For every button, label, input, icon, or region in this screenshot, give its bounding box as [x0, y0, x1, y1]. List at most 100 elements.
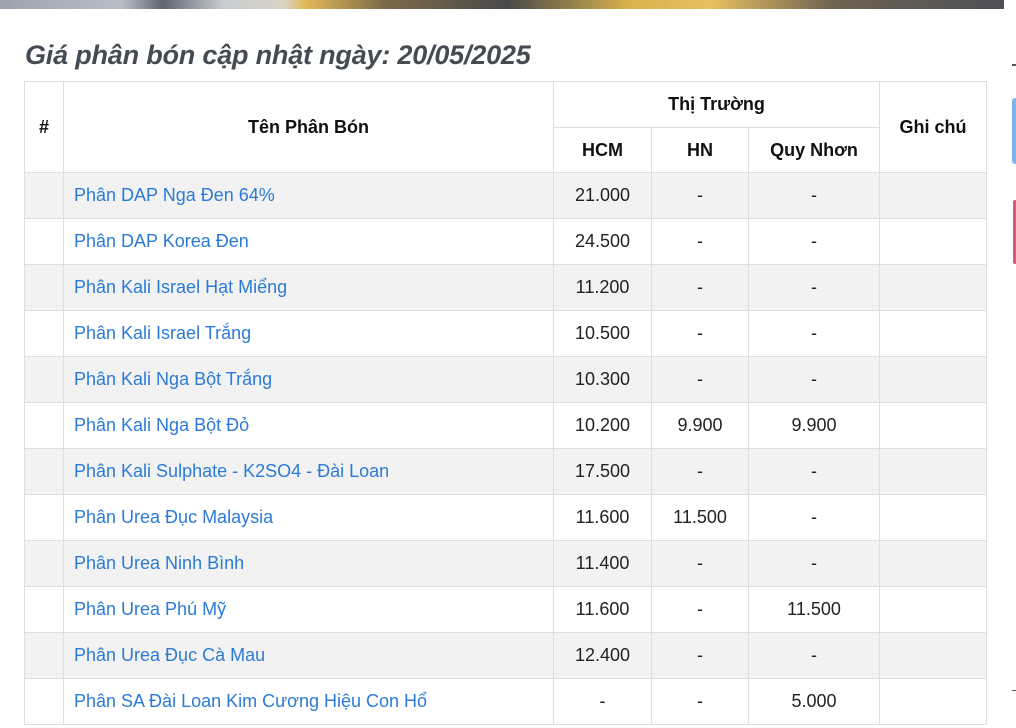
cell-hcm-price: 11.600	[553, 494, 652, 541]
table-row: Phân Urea Đục Cà Mau 12.400- -	[24, 632, 987, 679]
header-market: Thị Trường	[553, 81, 880, 128]
fertilizer-link[interactable]: Phân Urea Đục Cà Mau	[74, 645, 265, 665]
cell-hcm-price: 10.500	[553, 310, 652, 357]
fertilizer-link[interactable]: Phân DAP Korea Đen	[74, 231, 249, 251]
cell-name: Phân DAP Korea Đen	[63, 218, 554, 265]
table-row: Phân Kali Nga Bột Đỏ 10.200 9.900 9.900	[24, 402, 987, 449]
cell-hcm-price: 10.200	[553, 402, 652, 449]
cell-quy-nhon-price: -	[748, 218, 880, 265]
cell-quy-nhon-price: 5.000	[748, 678, 880, 725]
cell-note	[879, 172, 987, 219]
cell-index	[24, 264, 64, 311]
cell-hn-price: -	[651, 586, 749, 633]
cell-quy-nhon-price: -	[748, 448, 880, 495]
cell-quy-nhon-price: -	[748, 172, 880, 219]
header-note: Ghi chú	[879, 81, 987, 173]
cell-hcm-price: -	[553, 678, 652, 725]
header-quy-nhon: Quy Nhơn	[748, 127, 880, 173]
fertilizer-link[interactable]: Phân Urea Phú Mỹ	[74, 599, 226, 619]
cell-name: Phân Urea Đục Malaysia	[63, 494, 554, 541]
fertilizer-link[interactable]: Phân Kali Nga Bột Đỏ	[74, 415, 249, 435]
cell-hn-price: -	[651, 448, 749, 495]
cell-note	[879, 586, 987, 633]
fertilizer-link[interactable]: Phân Kali Israel Trắng	[74, 323, 251, 343]
table-row: Phân Kali Israel Hạt Miểng 11.200- -	[24, 264, 987, 311]
cell-note	[879, 218, 987, 265]
sidebar-edge-button-blue[interactable]	[1012, 98, 1016, 164]
fertilizer-link[interactable]: Phân Kali Sulphate - K2SO4 - Đài Loan	[74, 461, 389, 481]
table-row: Phân Urea Phú Mỹ 11.600-11.500	[24, 586, 987, 633]
page-title: Giá phân bón cập nhật ngày: 20/05/2025	[25, 40, 531, 70]
cell-index	[24, 172, 64, 219]
cell-quy-nhon-price: 11.500	[748, 586, 880, 633]
cell-name: Phân Kali Nga Bột Trắng	[63, 356, 554, 403]
cell-quy-nhon-price: -	[748, 356, 880, 403]
cell-note	[879, 264, 987, 311]
cell-hn-price: -	[651, 540, 749, 587]
cell-hcm-price: 11.600	[553, 586, 652, 633]
cell-quy-nhon-price: -	[748, 310, 880, 357]
cell-name: Phân Kali Sulphate - K2SO4 - Đài Loan	[63, 448, 554, 495]
table-row: Phân DAP Nga Đen 64% 21.000- -	[24, 172, 987, 219]
cell-hcm-price: 24.500	[553, 218, 652, 265]
cell-hn-price: -	[651, 218, 749, 265]
cell-name: Phân Kali Israel Hạt Miểng	[63, 264, 554, 311]
cell-hn-price: -	[651, 310, 749, 357]
cell-hcm-price: 12.400	[553, 632, 652, 679]
cell-hn-price: 11.500	[651, 494, 749, 541]
cell-index	[24, 540, 64, 587]
cell-hcm-price: 11.400	[553, 540, 652, 587]
cell-note	[879, 678, 987, 725]
header-row-market: # Tên Phân Bón Thị Trường Ghi chú	[24, 81, 987, 173]
cell-hcm-price: 11.200	[553, 264, 652, 311]
cell-quy-nhon-price: -	[748, 494, 880, 541]
cell-hcm-price: 10.300	[553, 356, 652, 403]
table-row: Phân Kali Sulphate - K2SO4 - Đài Loan 17.…	[24, 448, 987, 495]
cell-name: Phân SA Đài Loan Kim Cương Hiệu Con Hổ	[63, 678, 554, 725]
cell-index	[24, 632, 64, 679]
top-banner-image	[0, 0, 1016, 9]
table-row: Phân Kali Israel Trắng 10.500- -	[24, 310, 987, 357]
header-hn: HN	[651, 127, 749, 173]
header-hcm: HCM	[553, 127, 652, 173]
sidebar-edge-mark	[1012, 690, 1016, 691]
sidebar-edge-mark	[1012, 64, 1016, 66]
fertilizer-link[interactable]: Phân SA Đài Loan Kim Cương Hiệu Con Hổ	[74, 691, 427, 711]
fertilizer-link[interactable]: Phân Kali Israel Hạt Miểng	[74, 277, 287, 297]
cell-index	[24, 402, 64, 449]
cell-quy-nhon-price: 9.900	[748, 402, 880, 449]
cell-hn-price: -	[651, 172, 749, 219]
fertilizer-link[interactable]: Phân Urea Đục Malaysia	[74, 507, 273, 527]
table-row: Phân Urea Đục Malaysia 11.600 11.500-	[24, 494, 987, 541]
cell-name: Phân Kali Nga Bột Đỏ	[63, 402, 554, 449]
cell-index	[24, 356, 64, 403]
cell-note	[879, 402, 987, 449]
cell-index	[24, 678, 64, 725]
cell-note	[879, 540, 987, 587]
table-row: Phân Kali Nga Bột Trắng 10.300- -	[24, 356, 987, 403]
cell-name: Phân Kali Israel Trắng	[63, 310, 554, 357]
cell-quy-nhon-price: -	[748, 632, 880, 679]
fertilizer-link[interactable]: Phân DAP Nga Đen 64%	[74, 185, 275, 205]
cell-name: Phân Urea Đục Cà Mau	[63, 632, 554, 679]
cell-hn-price: -	[651, 632, 749, 679]
cell-index	[24, 586, 64, 633]
cell-name: Phân Urea Phú Mỹ	[63, 586, 554, 633]
table-row: Phân SA Đài Loan Kim Cương Hiệu Con Hổ - -…	[24, 678, 987, 725]
fertilizer-link[interactable]: Phân Kali Nga Bột Trắng	[74, 369, 272, 389]
cell-name: Phân DAP Nga Đen 64%	[63, 172, 554, 219]
cell-index	[24, 494, 64, 541]
cell-note	[879, 448, 987, 495]
fertilizer-link[interactable]: Phân Urea Ninh Bình	[74, 553, 244, 573]
cell-quy-nhon-price: -	[748, 264, 880, 311]
cell-index	[24, 310, 64, 357]
cell-hn-price: -	[651, 356, 749, 403]
cell-name: Phân Urea Ninh Bình	[63, 540, 554, 587]
cell-note	[879, 310, 987, 357]
table-head: # Tên Phân Bón Thị Trường Ghi chú HCM HN…	[24, 81, 987, 173]
table-row: Phân Urea Ninh Bình 11.400- -	[24, 540, 987, 587]
fertilizer-price-table: # Tên Phân Bón Thị Trường Ghi chú HCM HN…	[24, 81, 987, 725]
cell-hcm-price: 21.000	[553, 172, 652, 219]
cell-hcm-price: 17.500	[553, 448, 652, 495]
cell-hn-price: -	[651, 264, 749, 311]
